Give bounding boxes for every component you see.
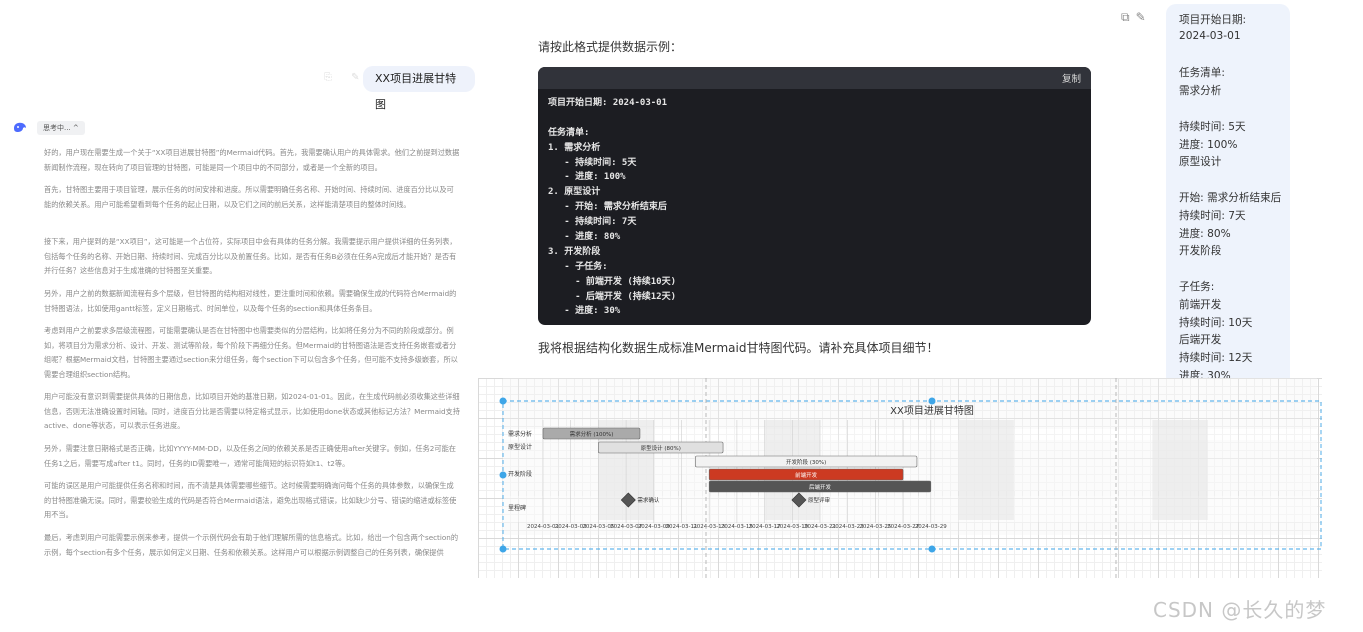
code-line: 1. 需求分析: [548, 142, 601, 153]
assistant-prompt-line: 请按此格式提供数据示例：: [538, 40, 683, 54]
section-label: 里程碑: [508, 504, 526, 512]
user-panel-line: 持续时间: 12天: [1179, 352, 1253, 365]
code-line: - 持续时间: 7天: [548, 217, 637, 228]
code-line: - 进度: 30%: [548, 306, 621, 317]
selection-handle: [499, 471, 507, 479]
code-line: - 后端开发 (持续12天): [548, 291, 677, 302]
copy-button[interactable]: 复制: [1062, 71, 1081, 85]
user-panel-line: 开发阶段: [1179, 245, 1222, 258]
thinking-paragraph: 接下来，用户提到的是“XX项目”，这可能是一个占位符，实际项目中会有具体的任务分…: [44, 237, 457, 275]
code-content: 项目开始日期: 2024-03-01 任务清单: 1. 需求分析 - 持续时间: 5…: [538, 89, 1091, 325]
thinking-paragraph: 好的，用户现在需要生成一个关于“XX项目进展甘特图”的Mermaid代码。首先，…: [44, 148, 460, 172]
tick-label: 2024-03-29: [915, 524, 947, 530]
thinking-paragraph: 可能的误区是用户可能提供任务名称和时间，而不清楚具体需要哪些细节。这时候需要明确…: [44, 481, 457, 519]
user-panel-line: 2024-03-01: [1179, 29, 1241, 42]
section-label: 原型设计: [508, 443, 532, 451]
gantt-svg: 2024-03-012024-03-032024-03-052024-03-07…: [499, 378, 1322, 578]
selection-handle: [499, 545, 507, 553]
user-panel-line: 进度: 80%: [1179, 227, 1231, 240]
thinking-pane: ⎘ ✎ XX项目进展甘特图 思考中... ^ 好的，用户现在需要生成一个关于“X…: [0, 0, 475, 632]
user-message-panel: 项目开始日期: 2024-03-01 任务清单: 需求分析持续时间: 5天 进度: 10…: [1166, 4, 1290, 379]
edit-icon[interactable]: ✎: [1136, 10, 1152, 24]
user-panel-line: 持续时间: 7天: [1179, 209, 1246, 222]
assistant-followup-line: 我将根据结构化数据生成标准Mermaid甘特图代码。请补充具体项目细节！: [538, 341, 939, 355]
thinking-paragraph: 考虑到用户之前要求多层级流程图，可能需要确认是否在甘特图中也需要类似的分层结构，…: [44, 326, 458, 379]
section-label: 开发阶段: [508, 470, 532, 478]
thinking-paragraph: 用户可能没有意识到需要提供具体的日期信息，比如项目开始的基准日期，如2024-0…: [44, 392, 460, 430]
code-line: - 持续时间: 5天: [548, 157, 637, 168]
selection-handle: [928, 397, 936, 405]
message-action-icons: ⎘ ✎: [324, 72, 368, 83]
thinking-paragraph: 首先，甘特图主要用于项目管理，展示任务的时间安排和进度。所以需要明确任务名称、开…: [44, 185, 454, 209]
gantt-task-label: 原型设计 (80%): [641, 444, 681, 452]
code-line: - 前端开发 (持续10天): [548, 276, 677, 287]
code-line: - 子任务:: [548, 261, 608, 272]
thinking-paragraph: 另外，用户之前的数据新闻流程有多个层级，但甘特图的结构相对线性，更注重时间和依赖…: [44, 289, 457, 313]
milestone-label: 需求确认: [637, 496, 660, 504]
code-line: - 开始: 需求分析结束后: [548, 202, 667, 213]
selection-handle: [499, 397, 507, 405]
user-panel-line: 持续时间: 5天: [1179, 120, 1246, 133]
thinking-toggle[interactable]: 思考中... ^: [37, 121, 85, 135]
weekend-band: [1152, 420, 1208, 520]
code-line: 项目开始日期: 2024-03-01: [548, 98, 668, 108]
watermark: CSDN @长久的梦: [1153, 598, 1327, 622]
gantt-task-label: 开发阶段 (30%): [786, 458, 826, 466]
code-block-header: 复制: [538, 67, 1091, 89]
user-message-bubble: XX项目进展甘特图: [363, 66, 475, 111]
gantt-task-label: 需求分析 (100%): [570, 430, 614, 438]
selection-handle: [928, 545, 936, 553]
user-panel-line: 开始: 需求分析结束后: [1179, 192, 1282, 204]
user-panel-line: 进度: 100%: [1179, 138, 1238, 151]
milestone-label: 原型评审: [808, 496, 831, 504]
user-panel-line: 前端开发: [1179, 298, 1222, 311]
copy-icon[interactable]: ⧉: [1121, 10, 1136, 24]
thinking-paragraph: 最后，考虑到用户可能需要示例来参考，提供一个示例代码会有助于他们理解所需的信息格…: [44, 533, 459, 557]
weekend-band: [958, 420, 1014, 520]
code-line: 2. 原型设计: [548, 187, 601, 198]
user-panel-line: 原型设计: [1179, 156, 1222, 169]
user-panel-line: 任务清单:: [1179, 67, 1225, 80]
code-line: 3. 开发阶段: [548, 246, 601, 257]
gantt-task-label: 后端开发: [809, 483, 832, 491]
code-line: - 进度: 80%: [548, 232, 621, 243]
gantt-diagram: 2024-03-01 2024-03-03 2024-03-05 2024-03-07…: [478, 378, 1322, 578]
assistant-whale-icon: [14, 122, 26, 132]
user-message-actions: ⧉✎: [1121, 10, 1152, 25]
thinking-paragraph: 另外，需要注意日期格式是否正确，比如YYYY-MM-DD，以及任务之间的依赖关系…: [44, 444, 456, 468]
code-line: - 进度: 100%: [548, 172, 626, 183]
user-panel-line: 子任务:: [1179, 281, 1215, 293]
gantt-task-label: 前端开发: [795, 471, 818, 479]
code-block: 复制 项目开始日期: 2024-03-01 任务清单: 1. 需求分析 - 持续时间…: [538, 67, 1091, 325]
user-panel-line: 后端开发: [1179, 334, 1222, 347]
user-panel-line: 项目开始日期:: [1179, 14, 1247, 26]
code-line: 任务清单:: [548, 127, 590, 138]
gantt-title: XX项目进展甘特图: [890, 404, 974, 417]
user-panel-line: 持续时间: 10天: [1179, 316, 1253, 329]
section-label: 需求分析: [508, 430, 532, 438]
user-panel-line: 需求分析: [1179, 85, 1222, 98]
